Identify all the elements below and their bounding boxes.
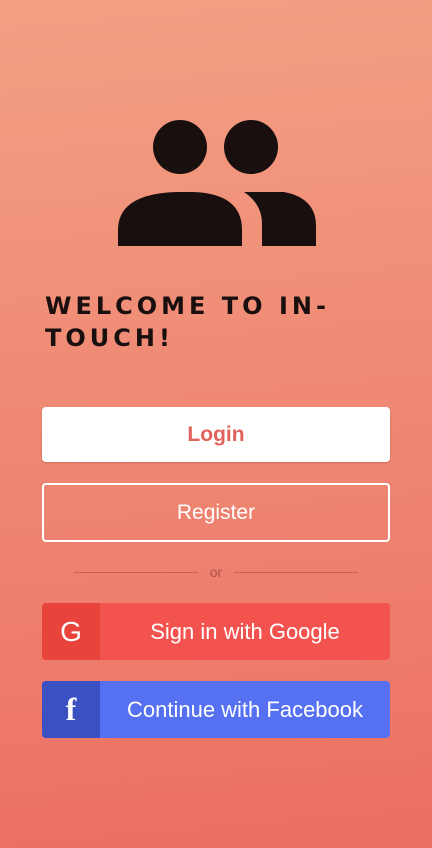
person-body-left [118, 192, 242, 246]
google-signin-button[interactable]: G Sign in with Google [42, 603, 390, 660]
google-icon: G [42, 603, 100, 660]
facebook-icon: f [42, 681, 100, 738]
login-button[interactable]: Login [42, 407, 390, 462]
or-divider: or [74, 562, 358, 582]
welcome-screen: WELCOME TO IN-TOUCH! Login Register or G… [0, 0, 432, 848]
person-head-right [224, 120, 278, 174]
people-group-icon [118, 120, 316, 246]
divider-line-right [234, 572, 358, 573]
register-button[interactable]: Register [42, 483, 390, 542]
welcome-title: WELCOME TO IN-TOUCH! [45, 292, 330, 352]
facebook-continue-label: Continue with Facebook [126, 696, 364, 722]
person-head-left [153, 120, 207, 174]
facebook-continue-button[interactable]: f Continue with Facebook [42, 681, 390, 738]
google-signin-label: Sign in with Google [150, 618, 340, 644]
person-body-right [244, 192, 316, 246]
